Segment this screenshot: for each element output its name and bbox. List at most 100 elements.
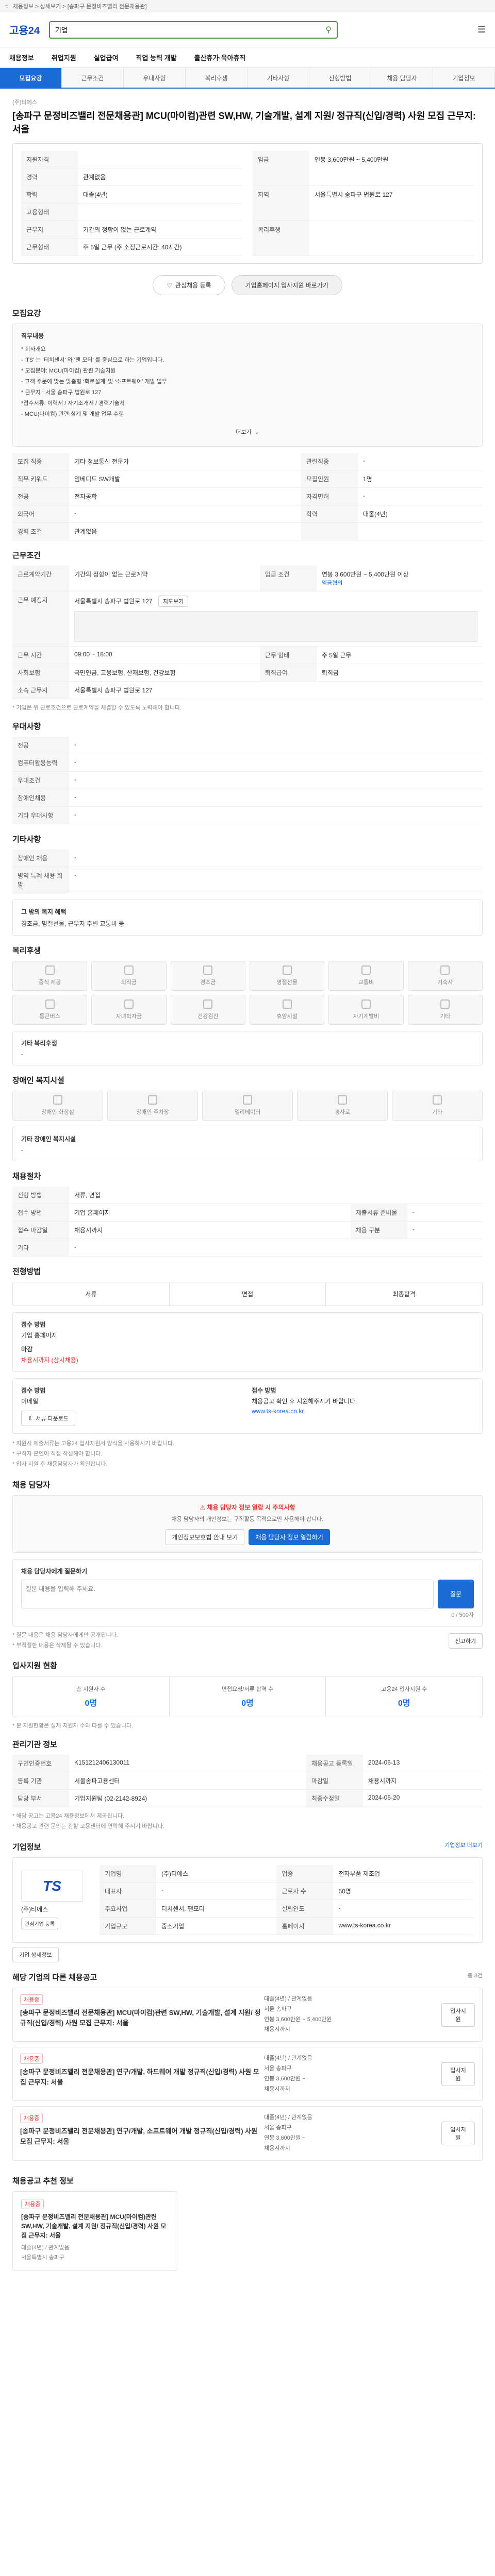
map-button[interactable]: 지도보기 xyxy=(158,596,189,607)
nav-item-jobs[interactable]: 채용정보 xyxy=(9,53,34,62)
welfare-label: 건강검진 xyxy=(197,1013,219,1020)
question-submit-button[interactable]: 질문 xyxy=(438,1579,474,1608)
report-button[interactable]: 신고하기 xyxy=(448,1633,483,1649)
list-item-actions: 입사지원 xyxy=(441,1994,475,2035)
cell-value: 연봉 3,600만원 ~ 5,400만원 이상 임금협의 xyxy=(316,566,483,592)
list-item-title[interactable]: [송파구 문정비즈밸리 전문채용관] MCU(마이컴)관련 SW,HW, 기술개… xyxy=(20,2008,264,2028)
cell-key: 우대조건 xyxy=(12,771,69,790)
cell-key: 근로자 수 xyxy=(276,1882,334,1900)
welfare-item: 자녀학자금 xyxy=(91,995,167,1025)
recommend-title[interactable]: [송파구 문정비즈밸리 전문채용관] MCU(마이컴)관련 SW,HW, 기술개… xyxy=(21,2212,169,2240)
section-title: 채용공고 추천 정보 xyxy=(12,2176,74,2185)
tab-etc[interactable]: 기타사항 xyxy=(248,68,309,88)
notice-title-wrap: ⚠ 채용 담당자 정보 열람 시 주의사항 xyxy=(21,1503,474,1512)
welfare-item: 기타 xyxy=(407,995,483,1025)
apply-button[interactable]: 입사지원 xyxy=(441,2121,475,2145)
contact-notes: * 질문 내용은 채용 담당자에게만 공개됩니다. * 부적절한 내용은 삭제될… xyxy=(12,1631,118,1651)
section-title: 장애인 복지시설 xyxy=(12,1076,64,1086)
privacy-guide-button[interactable]: 개인정보보호법 안내 보기 xyxy=(165,1529,245,1545)
cell-value: 터치센서, 팬모터 xyxy=(156,1900,277,1918)
homepage-link[interactable]: www.ts-korea.co.kr xyxy=(252,1408,474,1415)
welfare-icon xyxy=(124,965,134,975)
cell-value: - xyxy=(69,737,483,755)
list-item[interactable]: 채용중 [송파구 문정비즈밸리 전문채용관] MCU(마이컴)관련 SW,HW,… xyxy=(12,1988,483,2042)
apply-button[interactable]: 입사지원 xyxy=(441,2062,475,2086)
cell-key: 기업명 xyxy=(100,1865,156,1883)
apply-homepage-button[interactable]: 기업홈페이지 입사지원 바로가기 xyxy=(231,275,342,296)
disability-item: 엘리베이터 xyxy=(202,1091,293,1121)
apply-button[interactable]: 입사지원 xyxy=(441,2003,475,2027)
summary-left: 지원자격 경력 관계없음 학력 대졸(4년) 고용형태 근무지 기간의 정함이 없는 … xyxy=(21,151,242,257)
company-logo-text: TS xyxy=(43,1878,61,1894)
status-badge: 채용중 xyxy=(20,1994,43,2005)
duty-line: - ‘TS’ 는 ‘터치센서’ 와 ‘팬 모터’ 를 중심으로 하는 기업입니다… xyxy=(21,357,164,364)
section-title: 기타사항 xyxy=(12,835,41,844)
welfare-icon xyxy=(203,965,213,975)
nav-item-benefit[interactable]: 실업급여 xyxy=(94,53,119,62)
search-input[interactable] xyxy=(55,26,326,33)
disability-label: 기타 xyxy=(432,1109,443,1116)
contact-label: 접수 방법 xyxy=(252,1387,276,1395)
question-row: 질문 xyxy=(21,1579,474,1608)
header-utils: ☰ xyxy=(477,24,486,35)
nav-item-support[interactable]: 취업지원 xyxy=(52,53,76,62)
more-button[interactable]: 더보기 ⌄ xyxy=(229,425,266,439)
tab-work[interactable]: 근무조건 xyxy=(62,68,124,88)
summary-key: 지역 xyxy=(253,185,309,222)
nav-item-training[interactable]: 직업 능력 개발 xyxy=(136,53,177,62)
nav-item-leave[interactable]: 출산휴가·육아휴직 xyxy=(194,53,246,62)
interest-button[interactable]: ♡ 관심채용 등록 xyxy=(153,275,225,296)
doc-download-button[interactable]: ⇩ 서류 다운로드 xyxy=(21,1411,75,1427)
list-item[interactable]: 채용중 [송파구 문정비즈밸리 전문채용관] 연구/개발, 소프트웨어 개발 정… xyxy=(12,2106,483,2161)
cell-value: www.ts-korea.co.kr xyxy=(333,1917,474,1935)
deadline-value: 채용시까지 (상시채용) xyxy=(21,1357,78,1364)
search-icon[interactable]: ⚲ xyxy=(325,25,332,35)
tab-contact[interactable]: 채용 담당자 xyxy=(371,68,433,88)
list-item-title[interactable]: [송파구 문정비즈밸리 전문채용관] 연구/개발, 소프트웨어 개발 정규직(신… xyxy=(20,2126,264,2146)
tab-recruit[interactable]: 모집요강 xyxy=(0,68,62,88)
map-placeholder[interactable] xyxy=(74,611,477,642)
welfare-item: 교통비 xyxy=(328,961,404,991)
interest-company-button[interactable]: 관심기업 등록 xyxy=(21,1918,58,1929)
welfare-label: 퇴직금 xyxy=(121,979,137,986)
company-more-link[interactable]: 기업정보 더보기 xyxy=(444,1841,483,1849)
cell-key: 사회보험 xyxy=(12,664,69,682)
recommend-card[interactable]: 채용중 [송파구 문정비즈밸리 전문채용관] MCU(마이컴)관련 SW,HW,… xyxy=(12,2191,177,2272)
welfare-icon xyxy=(361,965,371,975)
tab-prefer[interactable]: 우대사항 xyxy=(124,68,186,88)
list-item-title[interactable]: [송파구 문정비즈밸리 전문채용관] 연구/개발, 하드웨어 개발 정규직(신입… xyxy=(20,2067,264,2087)
prefer-section: 우대사항 전공 - 컴퓨터활용능력 - 우대조건 - 장애인채용 - 기타 우대사항 - xyxy=(0,711,495,825)
tab-welfare[interactable]: 복리후생 xyxy=(186,68,248,88)
etc-table: 장애인 채용 - 병역 특례 채용 희망 - xyxy=(12,850,483,894)
summary-right: 임금 연봉 3,600만원 ~ 5,400만원 지역 서울특별시 송파구 법원로 1… xyxy=(253,151,474,257)
company-detail-button[interactable]: 기업 상세정보 xyxy=(12,1947,59,1962)
duty-line: * 근무지 : 서울 송파구 법원로 127 xyxy=(21,389,102,396)
view-contact-button[interactable]: 채용 담당자 정보 열람하기 xyxy=(249,1529,330,1545)
cell-key: 임금 조건 xyxy=(259,566,317,592)
cell-key: 설립연도 xyxy=(276,1900,334,1918)
welfare-label: 자기계발비 xyxy=(353,1013,380,1020)
welfare-icon xyxy=(282,965,292,975)
welfare-icon xyxy=(124,999,134,1009)
section-title: 모집요강 xyxy=(12,309,41,318)
list-item[interactable]: 채용중 [송파구 문정비즈밸리 전문채용관] 연구/개발, 하드웨어 개발 정규… xyxy=(12,2047,483,2102)
cell-value: 서류, 면접 xyxy=(69,1187,483,1205)
cell-key: 전공 xyxy=(12,487,69,506)
welfare-item: 휴양시설 xyxy=(249,995,325,1025)
tab-process[interactable]: 전형방법 xyxy=(309,68,371,88)
home-icon[interactable]: ⌂ xyxy=(5,3,9,9)
question-input[interactable] xyxy=(21,1579,434,1608)
tab-company[interactable]: 기업정보 xyxy=(433,68,495,88)
site-logo[interactable]: 고용24 xyxy=(9,22,40,37)
disability-grid: 장애인 화장실 장애인 주차장 엘리베이터 경사로 기타 xyxy=(12,1091,483,1121)
accessibility-icon xyxy=(53,1095,62,1105)
duty-line: *접수서류: 이력서 / 자기소개서 / 경력기술서 xyxy=(21,400,125,406)
menu-icon[interactable]: ☰ xyxy=(477,24,486,35)
cell-key: 접수 마감일 xyxy=(12,1221,69,1240)
company-logo-wrap: TS (주)티에스 관심기업 등록 xyxy=(21,1871,93,1929)
list-item-detail: 대졸(4년) / 관계없음 xyxy=(264,2114,312,2121)
elevator-icon xyxy=(243,1095,252,1105)
question-counter: 0 / 500자 xyxy=(451,1612,474,1618)
section-title: 관리기관 정보 xyxy=(12,1740,57,1750)
top-bar: ⌂ 채용정보 > 상세보기 > [송파구 문정비즈밸리 전문채용관] xyxy=(0,0,495,12)
